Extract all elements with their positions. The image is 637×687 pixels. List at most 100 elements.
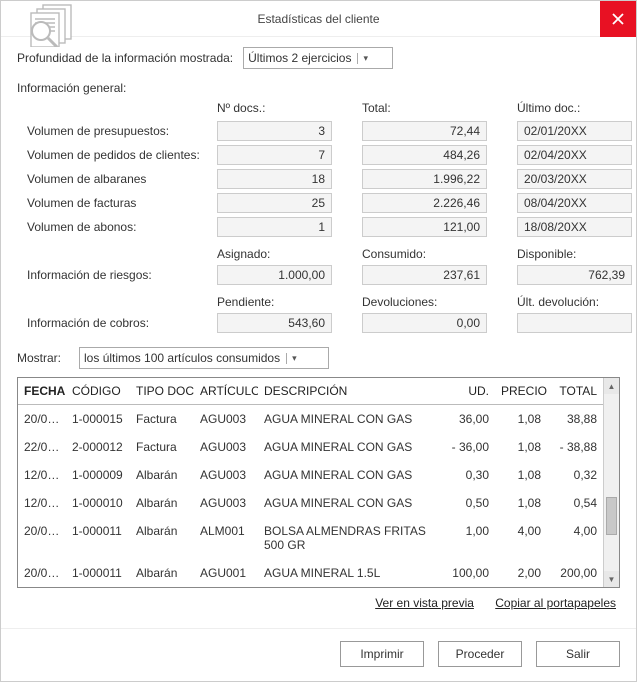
cell-codigo: 2-000012: [66, 433, 130, 461]
table-header-row: FECHA CÓDIGO TIPO DOC. ARTÍCULO DESCRIPC…: [18, 378, 603, 405]
cell-desc: AGUA MINERAL CON GAS: [258, 405, 443, 434]
cobros-ult: [517, 313, 632, 333]
table-row[interactable]: 20/03...1-000011AlbaránAGU001AGUA MINERA…: [18, 559, 603, 587]
cell-ud: 0,50: [443, 489, 495, 517]
table-row[interactable]: 22/02...2-000012FacturaAGU003AGUA MINERA…: [18, 433, 603, 461]
risk-disponible: 762,39: [517, 265, 632, 285]
row-docs: 7: [217, 145, 332, 165]
cell-precio: 2,00: [495, 559, 547, 587]
col-head-docs: Nº docs.:: [217, 101, 332, 117]
cell-desc: BOLSA ALMENDRAS FRITAS 500 GR: [258, 517, 443, 559]
chevron-down-icon: ▾: [286, 353, 297, 364]
row-label: Volumen de pedidos de clientes:: [17, 148, 217, 162]
row-total: 121,00: [362, 217, 487, 237]
window: Estadísticas del cliente Profundidad de …: [0, 0, 637, 682]
cobros-pendiente: 543,60: [217, 313, 332, 333]
risk-asignado: 1.000,00: [217, 265, 332, 285]
cell-desc: AGUA MINERAL 1.5L: [258, 559, 443, 587]
scroll-thumb[interactable]: [605, 395, 618, 570]
cell-fecha: 22/02...: [18, 433, 66, 461]
mostrar-select-value: los últimos 100 artículos consumidos: [84, 351, 280, 365]
print-button[interactable]: Imprimir: [340, 641, 424, 667]
cell-articulo: AGU003: [194, 405, 258, 434]
cell-total: 38,88: [547, 405, 603, 434]
risk-head-consumido: Consumido:: [362, 241, 487, 261]
th-ud[interactable]: UD.: [443, 378, 495, 405]
table-row[interactable]: 12/03...1-000010AlbaránAGU003AGUA MINERA…: [18, 489, 603, 517]
preview-link[interactable]: Ver en vista previa: [375, 596, 474, 610]
row-last: 02/04/20XX: [517, 145, 632, 165]
cell-total: 200,00: [547, 559, 603, 587]
th-tipo[interactable]: TIPO DOC.: [130, 378, 194, 405]
cobros-label: Información de cobros:: [17, 316, 217, 330]
th-precio[interactable]: PRECIO: [495, 378, 547, 405]
cobros-head-pendiente: Pendiente:: [217, 289, 332, 309]
row-docs: 18: [217, 169, 332, 189]
cell-precio: 4,00: [495, 517, 547, 559]
th-fecha[interactable]: FECHA: [18, 378, 66, 405]
row-docs: 3: [217, 121, 332, 141]
cell-fecha: 12/03...: [18, 461, 66, 489]
depth-filter-row: Profundidad de la información mostrada: …: [17, 47, 620, 69]
th-total[interactable]: TOTAL: [547, 378, 603, 405]
row-last: 20/03/20XX: [517, 169, 632, 189]
cobros-head-devoluciones: Devoluciones:: [362, 289, 487, 309]
row-label: Volumen de presupuestos:: [17, 124, 217, 138]
row-label: Volumen de abonos:: [17, 220, 217, 234]
cell-articulo: ALM001: [194, 517, 258, 559]
row-total: 484,26: [362, 145, 487, 165]
cell-desc: AGUA MINERAL CON GAS: [258, 461, 443, 489]
cobros-devoluciones: 0,00: [362, 313, 487, 333]
cobros-head-ult: Últ. devolución:: [517, 289, 632, 309]
col-head-last: Último doc.:: [517, 101, 632, 117]
scrollbar[interactable]: ▲ ▼: [603, 378, 619, 587]
cell-fecha: 20/03...: [18, 517, 66, 559]
titlebar: Estadísticas del cliente: [1, 1, 636, 37]
mostrar-row: Mostrar: los últimos 100 artículos consu…: [17, 347, 620, 369]
cell-total: 4,00: [547, 517, 603, 559]
cell-fecha: 20/03...: [18, 559, 66, 587]
scroll-down-icon[interactable]: ▼: [604, 571, 619, 587]
risk-head-disponible: Disponible:: [517, 241, 632, 261]
table-row[interactable]: 20/03...1-000011AlbaránALM001BOLSA ALMEN…: [18, 517, 603, 559]
cell-articulo: AGU003: [194, 461, 258, 489]
cell-desc: AGUA MINERAL CON GAS: [258, 433, 443, 461]
row-last: 02/01/20XX: [517, 121, 632, 141]
cell-ud: 1,00: [443, 517, 495, 559]
exit-button[interactable]: Salir: [536, 641, 620, 667]
th-articulo[interactable]: ARTÍCULO: [194, 378, 258, 405]
mostrar-select[interactable]: los últimos 100 artículos consumidos ▾: [79, 347, 329, 369]
cell-ud: 100,00: [443, 559, 495, 587]
cell-codigo: 1-000009: [66, 461, 130, 489]
cell-precio: 1,08: [495, 433, 547, 461]
risk-consumido: 237,61: [362, 265, 487, 285]
cell-fecha: 20/02...: [18, 405, 66, 434]
cell-tipo: Factura: [130, 405, 194, 434]
cell-total: - 38,88: [547, 433, 603, 461]
row-total: 72,44: [362, 121, 487, 141]
cell-precio: 1,08: [495, 489, 547, 517]
depth-select-value: Últimos 2 ejercicios: [248, 51, 351, 65]
depth-label: Profundidad de la información mostrada:: [17, 51, 233, 65]
close-button[interactable]: [600, 1, 636, 37]
th-desc[interactable]: DESCRIPCIÓN: [258, 378, 443, 405]
row-label: Volumen de facturas: [17, 196, 217, 210]
cell-ud: - 36,00: [443, 433, 495, 461]
th-codigo[interactable]: CÓDIGO: [66, 378, 130, 405]
risk-head-asignado: Asignado:: [217, 241, 332, 261]
copy-link[interactable]: Copiar al portapapeles: [495, 596, 616, 610]
row-docs: 1: [217, 217, 332, 237]
proceed-button[interactable]: Proceder: [438, 641, 522, 667]
table-row[interactable]: 12/03...1-000009AlbaránAGU003AGUA MINERA…: [18, 461, 603, 489]
table-row[interactable]: 20/02...1-000015FacturaAGU003AGUA MINERA…: [18, 405, 603, 434]
cell-fecha: 12/03...: [18, 489, 66, 517]
cell-articulo: AGU001: [194, 559, 258, 587]
depth-select[interactable]: Últimos 2 ejercicios ▾: [243, 47, 393, 69]
footer-links: Ver en vista previa Copiar al portapapel…: [17, 588, 620, 614]
cell-codigo: 1-000010: [66, 489, 130, 517]
scroll-up-icon[interactable]: ▲: [604, 378, 619, 394]
content-area: Profundidad de la información mostrada: …: [1, 37, 636, 628]
cell-total: 0,54: [547, 489, 603, 517]
cell-articulo: AGU003: [194, 433, 258, 461]
cell-total: 0,32: [547, 461, 603, 489]
